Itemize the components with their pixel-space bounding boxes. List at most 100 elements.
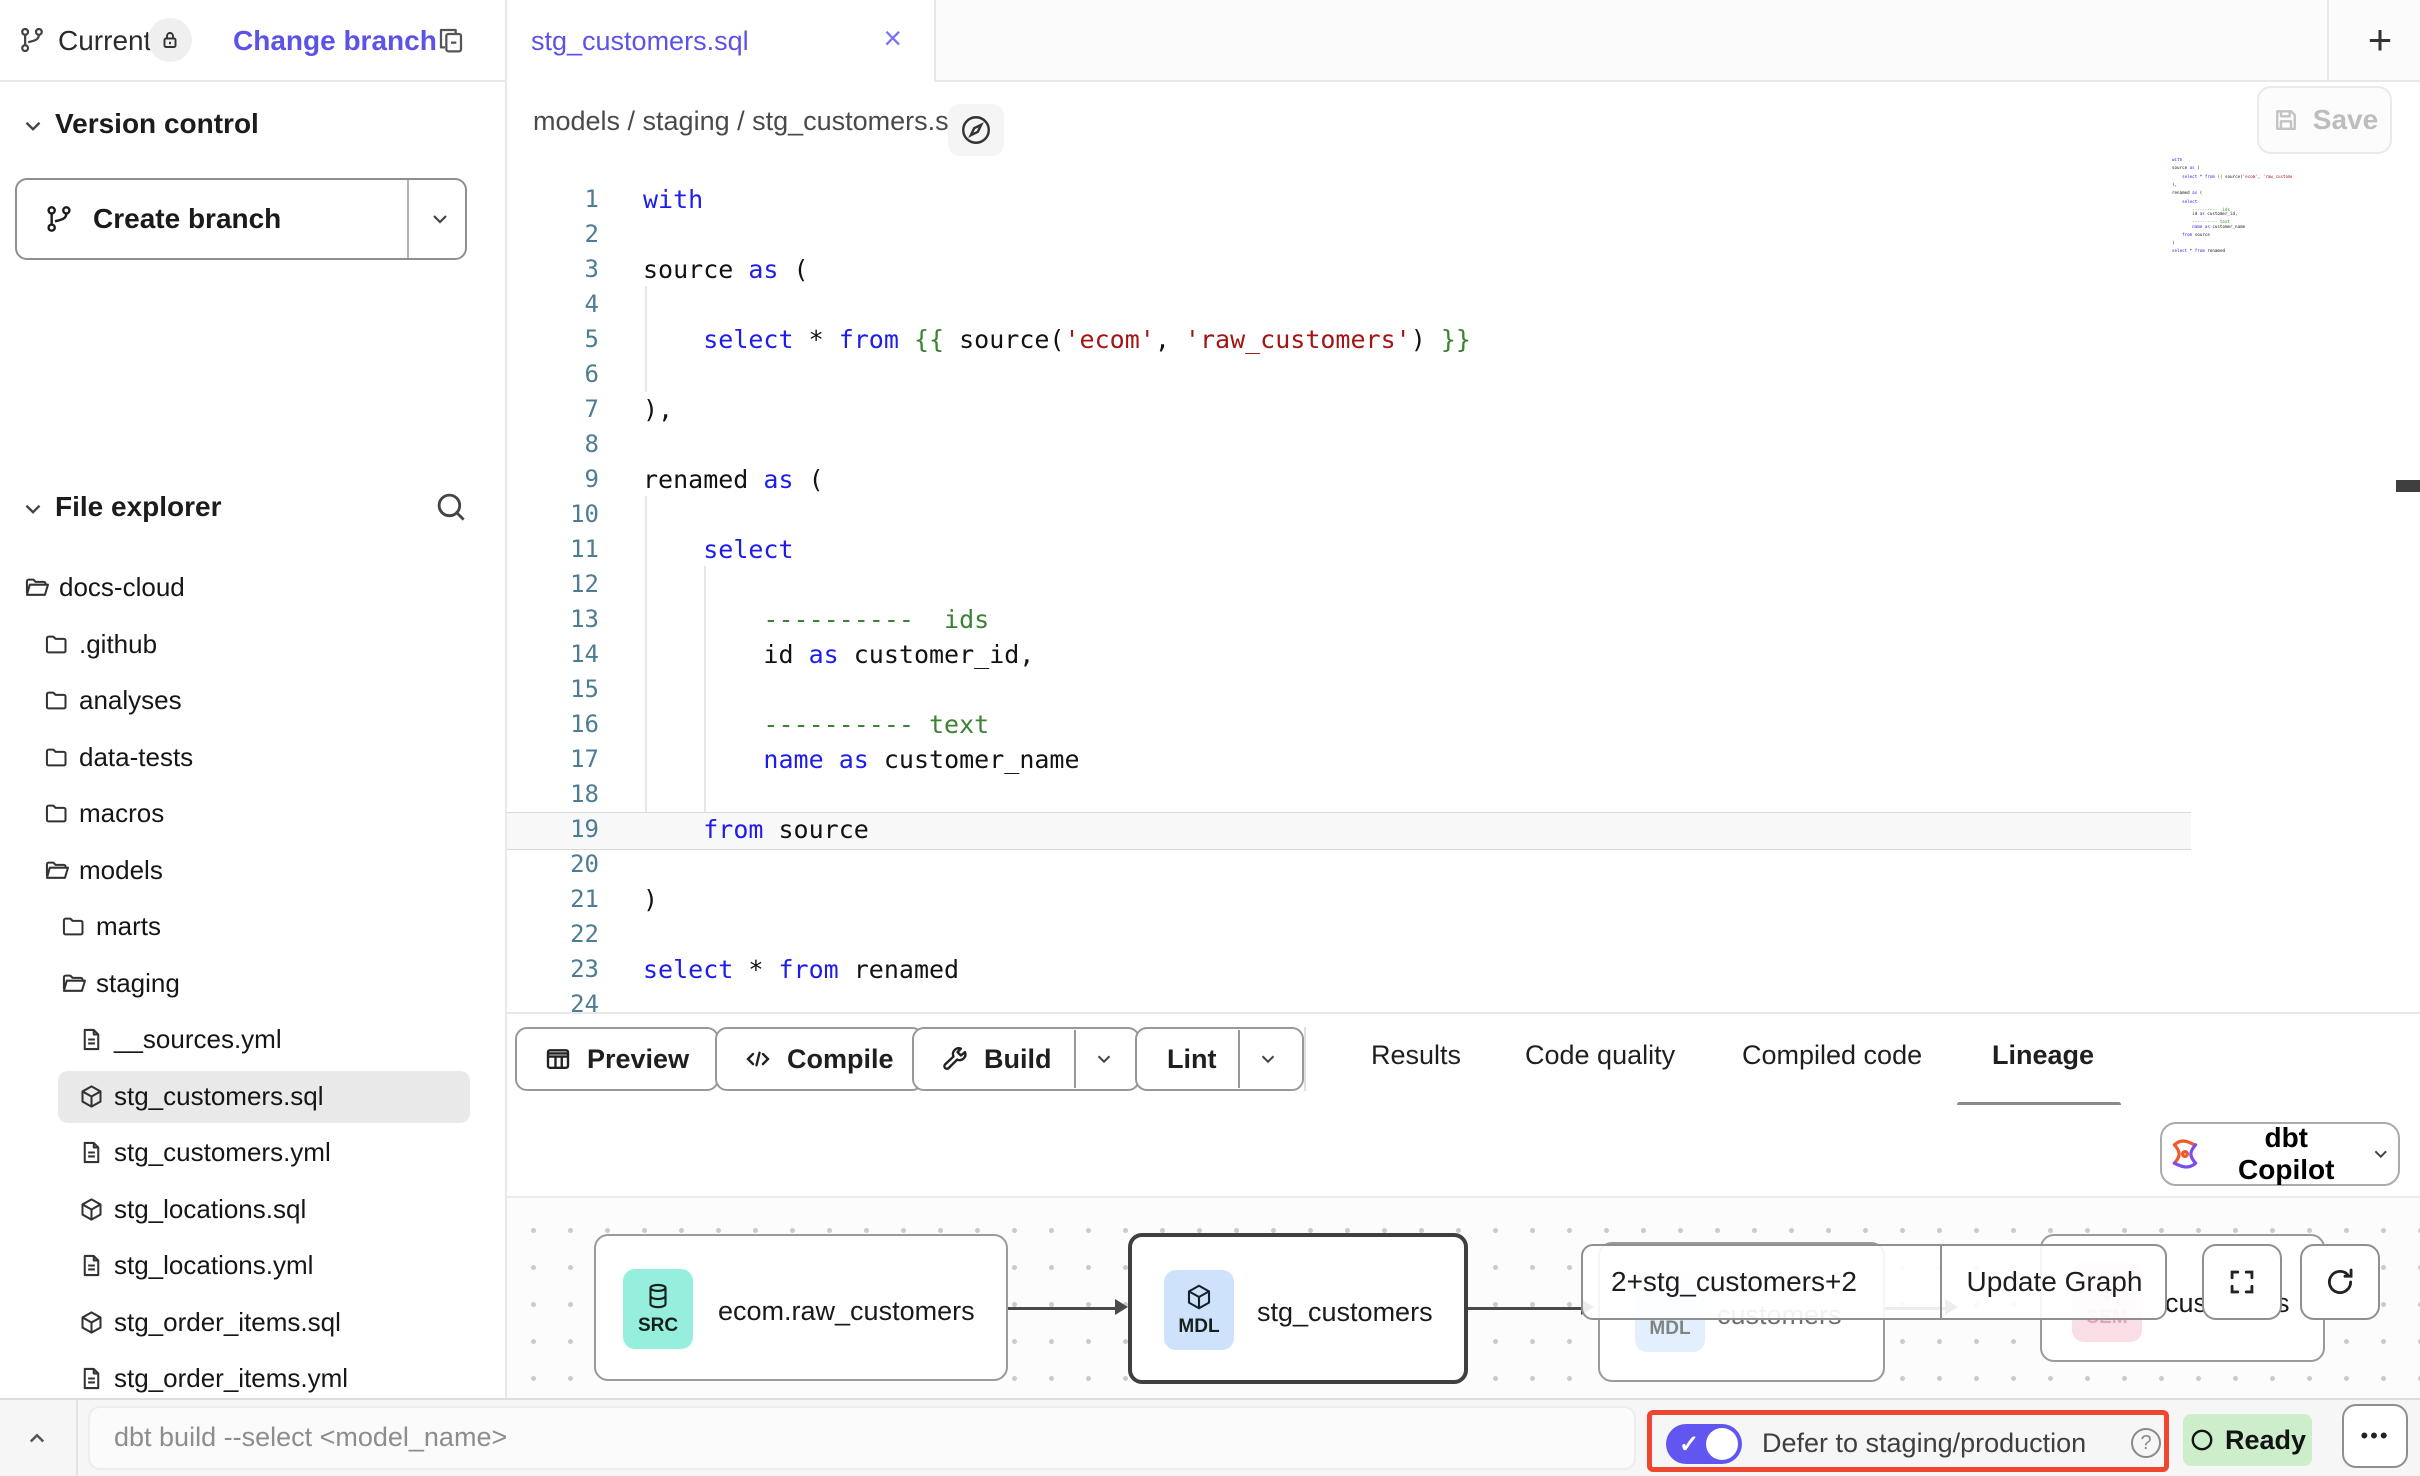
file-row-analyses[interactable]: analyses: [0, 673, 505, 729]
sidebar-divider: [505, 0, 507, 1398]
dbt-copilot-button[interactable]: dbt Copilot: [2160, 1122, 2400, 1186]
build-dropdown[interactable]: [1076, 1048, 1132, 1070]
tab-stg-customers-sql[interactable]: stg_customers.sql ×: [505, 0, 936, 82]
folder-open-icon: [60, 970, 87, 997]
copilot-logo-icon: [2168, 1137, 2202, 1171]
code-line-10: 10: [507, 497, 2367, 532]
file-label: stg_customers.sql: [114, 1081, 324, 1112]
badge-label: MDL: [1649, 1318, 1690, 1340]
file-label: stg_locations.yml: [114, 1250, 313, 1281]
folder-icon: [43, 687, 70, 714]
help-icon[interactable]: ?: [2131, 1428, 2161, 1458]
save-button[interactable]: Save: [2257, 86, 2392, 154]
search-icon[interactable]: [432, 488, 472, 528]
lineage-selector-bar[interactable]: 2+stg_customers+2 Update Graph: [1581, 1244, 2167, 1320]
code-line-3: 3source as (: [507, 252, 2367, 287]
folder-open-icon: [43, 857, 70, 884]
tab-code-quality[interactable]: Code quality: [1525, 1040, 1675, 1071]
file-label: analyses: [79, 685, 182, 716]
code-line-16: 16 ---------- text: [507, 707, 2367, 742]
preview-button[interactable]: Preview: [515, 1027, 719, 1091]
doc-icon: [78, 1365, 105, 1392]
file-row-docs-cloud[interactable]: docs-cloud: [0, 560, 505, 616]
git-branch-icon: [17, 25, 47, 55]
badge-label: MDL: [1178, 1316, 1219, 1338]
file-row-.github[interactable]: .github: [0, 617, 505, 673]
fullscreen-icon: [2225, 1265, 2259, 1299]
create-branch-label: Create branch: [93, 203, 281, 235]
defer-toggle[interactable]: ✓: [1666, 1424, 1742, 1464]
compile-button[interactable]: Compile: [715, 1027, 924, 1091]
lint-label: Lint: [1167, 1044, 1216, 1075]
tab-lineage[interactable]: Lineage: [1992, 1040, 2094, 1071]
file-row-__sources.yml[interactable]: __sources.yml: [0, 1012, 505, 1068]
folder-icon: [60, 913, 87, 940]
chevron-up-icon[interactable]: [22, 1424, 52, 1454]
copy-icon[interactable]: [435, 24, 467, 56]
status-ready-badge: Ready: [2183, 1414, 2312, 1466]
code-editor[interactable]: 1with23source as (45 select * from {{ so…: [507, 162, 2420, 1012]
new-tab-button[interactable]: +: [2352, 10, 2408, 70]
check-icon: ✓: [1679, 1430, 1699, 1459]
create-branch-dropdown[interactable]: [417, 180, 463, 258]
build-label: Build: [984, 1044, 1052, 1075]
refresh-button[interactable]: [2300, 1244, 2380, 1320]
code-line-24: 24: [507, 987, 2367, 1013]
file-row-models[interactable]: models: [0, 843, 505, 899]
compile-label: Compile: [787, 1044, 894, 1075]
lint-dropdown[interactable]: [1240, 1048, 1296, 1070]
file-row-stg_locations.yml[interactable]: stg_locations.yml: [0, 1238, 505, 1294]
file-row-stg_locations.sql[interactable]: stg_locations.sql: [0, 1182, 505, 1238]
create-branch-button[interactable]: Create branch: [15, 178, 467, 260]
file-row-stg_order_items.sql[interactable]: stg_order_items.sql: [0, 1295, 505, 1351]
fullscreen-button[interactable]: [2202, 1244, 2282, 1320]
compass-icon: [958, 112, 994, 148]
dots-icon: •••: [2360, 1423, 2389, 1449]
editor-minimap[interactable]: with source as ( select * from {{ source…: [2172, 158, 2292, 258]
file-label: stg_locations.sql: [114, 1194, 306, 1225]
lineage-canvas[interactable]: SRC ecom.raw_customers MDL stg_customers…: [507, 1196, 2420, 1398]
code-line-13: 13 ---------- ids: [507, 602, 2367, 637]
mdl-badge: MDL: [1164, 1270, 1234, 1350]
selector-input[interactable]: 2+stg_customers+2: [1611, 1266, 1857, 1298]
tab-compiled-code[interactable]: Compiled code: [1742, 1040, 1922, 1071]
file-row-staging[interactable]: staging: [0, 956, 505, 1012]
file-row-stg_customers.sql[interactable]: stg_customers.sql: [0, 1069, 505, 1125]
file-label: marts: [96, 911, 161, 942]
change-branch-link[interactable]: Change branch: [233, 25, 437, 57]
command-placeholder: dbt build --select <model_name>: [114, 1422, 507, 1453]
model-icon: [78, 1083, 105, 1110]
refresh-icon: [2323, 1265, 2357, 1299]
lock-icon: [158, 28, 182, 52]
close-icon[interactable]: ×: [883, 22, 902, 54]
file-row-stg_customers.yml[interactable]: stg_customers.yml: [0, 1125, 505, 1181]
file-label: data-tests: [79, 742, 193, 773]
build-button[interactable]: Build: [912, 1027, 1140, 1091]
navigate-button[interactable]: [948, 104, 1004, 156]
action-toolbar: Preview Compile Build Lint Results Code …: [505, 1012, 2420, 1107]
cube-icon: [1184, 1282, 1214, 1312]
code-line-19: 19 from source: [507, 812, 2367, 847]
branch-name: Current: [58, 25, 151, 57]
file-row-data-tests[interactable]: data-tests: [0, 730, 505, 786]
ready-label: Ready: [2225, 1425, 2306, 1456]
overflow-menu-button[interactable]: •••: [2342, 1404, 2408, 1468]
version-control-header[interactable]: Version control: [0, 103, 505, 147]
wrench-icon: [940, 1044, 970, 1074]
scrollbar-thumb[interactable]: [2396, 480, 2420, 492]
tab-results[interactable]: Results: [1371, 1040, 1461, 1071]
command-input[interactable]: dbt build --select <model_name>: [88, 1406, 1636, 1470]
lineage-node-stg-customers[interactable]: MDL stg_customers: [1128, 1233, 1468, 1384]
update-graph-button[interactable]: Update Graph: [1942, 1246, 2167, 1318]
file-row-macros[interactable]: macros: [0, 786, 505, 842]
code-line-22: 22: [507, 917, 2367, 952]
file-explorer-header[interactable]: File explorer: [0, 486, 505, 530]
lineage-node-source[interactable]: SRC ecom.raw_customers: [594, 1234, 1008, 1381]
file-label: stg_order_items.yml: [114, 1363, 348, 1394]
lint-button[interactable]: Lint: [1135, 1027, 1304, 1091]
file-row-marts[interactable]: marts: [0, 899, 505, 955]
code-line-11: 11 select: [507, 532, 2367, 567]
branch-readonly-lock: [148, 18, 192, 62]
src-badge: SRC: [623, 1269, 693, 1349]
code-line-21: 21): [507, 882, 2367, 917]
